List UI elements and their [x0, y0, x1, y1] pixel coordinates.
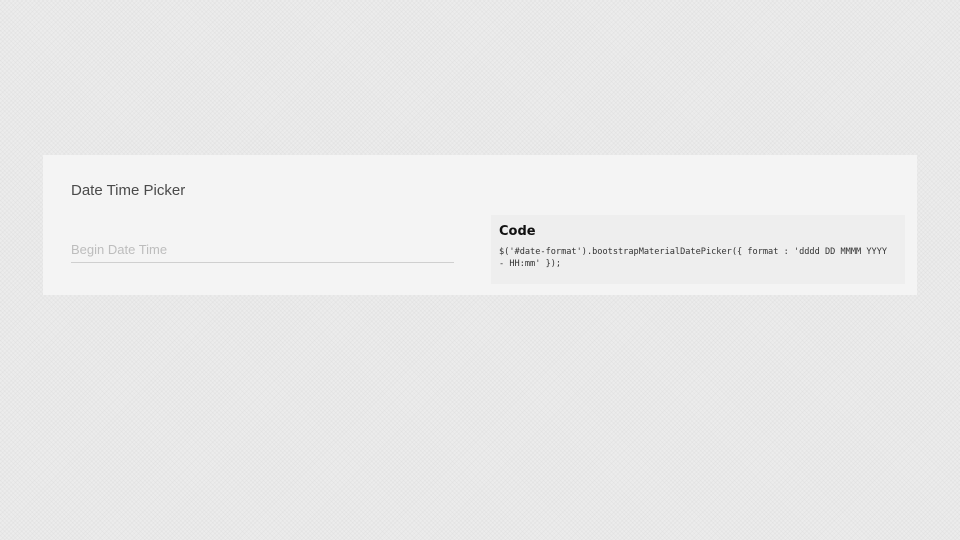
begin-date-time-input[interactable]	[71, 237, 454, 263]
date-time-picker-card: Date Time Picker Code $('#date-format').…	[43, 155, 917, 295]
card-title: Date Time Picker	[71, 182, 186, 199]
code-panel: Code $('#date-format').bootstrapMaterial…	[491, 215, 905, 284]
code-title: Code	[499, 224, 536, 239]
date-time-field	[71, 237, 454, 263]
code-snippet: $('#date-format').bootstrapMaterialDateP…	[499, 247, 893, 269]
